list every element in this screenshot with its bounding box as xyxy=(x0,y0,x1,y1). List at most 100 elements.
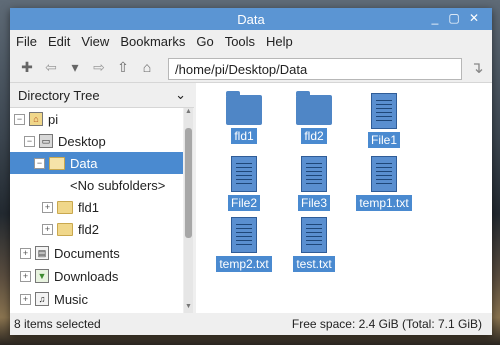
tree-item-label: fld2 xyxy=(78,221,99,237)
selection-status: 8 items selected xyxy=(14,317,101,331)
menu-view[interactable]: View xyxy=(81,34,109,49)
history-dropdown-button[interactable]: ▾ xyxy=(64,56,86,78)
tree-item-label: Data xyxy=(70,155,98,171)
file-item-temp2[interactable]: temp2.txt xyxy=(209,217,279,272)
file-label: File3 xyxy=(297,195,330,211)
file-item-test[interactable]: test.txt xyxy=(279,217,349,272)
folder-icon xyxy=(57,222,73,236)
directory-tree: − ⌂ pi − ▭ Desktop − Data <No subfolders… xyxy=(10,108,183,313)
tree-item-no-subfolders: <No subfolders> xyxy=(10,174,183,196)
document-icon xyxy=(301,156,327,192)
folder-icon xyxy=(57,200,73,214)
tree-item-label: Music xyxy=(54,291,88,307)
menu-go[interactable]: Go xyxy=(196,34,213,49)
file-manager-window: Data _ ▢ ✕ File Edit View Bookmarks Go T… xyxy=(10,8,492,335)
path-input[interactable]: /home/pi/Desktop/Data xyxy=(168,58,462,80)
expand-icon[interactable]: + xyxy=(20,293,31,305)
tree-item-data[interactable]: − Data xyxy=(10,152,183,174)
expand-icon[interactable]: + xyxy=(20,247,31,259)
up-button[interactable]: ⇧ xyxy=(112,56,134,78)
minimize-button[interactable]: _ xyxy=(428,11,442,25)
menu-help[interactable]: Help xyxy=(266,34,293,49)
go-button[interactable]: ↴ xyxy=(466,58,488,80)
file-item-fld2[interactable]: fld2 xyxy=(279,91,349,144)
new-tab-button[interactable]: ✚ xyxy=(16,56,38,78)
collapse-icon[interactable]: − xyxy=(24,135,35,147)
directory-tree-label: Directory Tree xyxy=(18,87,100,103)
menu-edit[interactable]: Edit xyxy=(48,34,70,49)
expand-icon[interactable]: + xyxy=(20,270,31,282)
go-arrow-icon: ↴ xyxy=(470,60,484,77)
tree-item-fld1[interactable]: + fld1 xyxy=(10,196,183,218)
up-arrow-icon: ⇧ xyxy=(117,58,129,75)
forward-button[interactable]: ⇨ xyxy=(88,56,110,78)
side-panel: Directory Tree ⌄ − ⌂ pi − ▭ Desktop − Da… xyxy=(10,83,194,313)
tree-item-label: pi xyxy=(48,111,59,127)
tree-item-label: fld1 xyxy=(78,199,99,215)
music-icon: ♫ xyxy=(35,292,49,306)
back-button[interactable]: ⇦ xyxy=(40,56,62,78)
file-item-file2[interactable]: File2 xyxy=(209,156,279,211)
file-label: test.txt xyxy=(293,256,335,272)
window-title: Data xyxy=(237,12,265,27)
folder-icon xyxy=(296,91,332,125)
menu-file[interactable]: File xyxy=(16,34,37,49)
file-label: temp2.txt xyxy=(216,256,272,272)
tree-item-documents[interactable]: + ▤ Documents xyxy=(10,242,183,264)
documents-icon: ▤ xyxy=(35,246,49,260)
home-icon: ⌂ xyxy=(142,59,152,75)
tree-item-desktop[interactable]: − ▭ Desktop xyxy=(10,130,183,152)
title-bar[interactable]: Data _ ▢ ✕ xyxy=(10,8,492,30)
new-tab-icon: ✚ xyxy=(21,58,33,75)
tree-item-label: Documents xyxy=(54,245,120,261)
folder-icon xyxy=(49,156,65,170)
tree-item-label: Downloads xyxy=(54,268,119,284)
document-icon xyxy=(231,217,257,253)
document-icon xyxy=(231,156,257,192)
chevron-down-icon: ⌄ xyxy=(175,87,186,102)
directory-tree-selector[interactable]: Directory Tree ⌄ xyxy=(10,83,194,108)
collapse-icon[interactable]: − xyxy=(34,157,45,169)
menu-bar: File Edit View Bookmarks Go Tools Help xyxy=(10,30,492,52)
desktop-icon: ▭ xyxy=(39,134,53,148)
status-bar: 8 items selected Free space: 2.4 GiB (To… xyxy=(10,313,492,335)
main-content: Directory Tree ⌄ − ⌂ pi − ▭ Desktop − Da… xyxy=(10,83,492,313)
file-item-file1[interactable]: File1 xyxy=(349,93,419,148)
expand-icon[interactable]: + xyxy=(42,201,53,213)
scroll-thumb[interactable] xyxy=(185,128,192,238)
file-label: fld1 xyxy=(231,128,257,144)
tree-item-fld2[interactable]: + fld2 xyxy=(10,218,183,240)
file-item-file3[interactable]: File3 xyxy=(279,156,349,211)
menu-bookmarks[interactable]: Bookmarks xyxy=(120,34,185,49)
expand-icon[interactable]: + xyxy=(42,223,53,235)
collapse-icon[interactable]: − xyxy=(14,113,25,125)
close-button[interactable]: ✕ xyxy=(467,11,481,25)
file-label: fld2 xyxy=(301,128,327,144)
tree-item-downloads[interactable]: + ▼ Downloads xyxy=(10,265,183,287)
folder-icon xyxy=(226,91,262,125)
tree-item-label: <No subfolders> xyxy=(70,177,166,193)
back-arrow-icon: ⇦ xyxy=(45,58,57,75)
document-icon xyxy=(301,217,327,253)
home-folder-icon: ⌂ xyxy=(29,112,43,126)
file-label: File2 xyxy=(227,195,260,211)
file-item-fld1[interactable]: fld1 xyxy=(209,91,279,144)
forward-arrow-icon: ⇨ xyxy=(93,58,105,75)
tree-scrollbar[interactable]: ▲ ▼ xyxy=(184,108,193,313)
menu-tools[interactable]: Tools xyxy=(225,34,255,49)
scroll-down-icon[interactable]: ▼ xyxy=(184,303,193,313)
scroll-up-icon[interactable]: ▲ xyxy=(184,108,193,118)
tree-item-music[interactable]: + ♫ Music xyxy=(10,288,183,310)
file-item-temp1[interactable]: temp1.txt xyxy=(349,156,419,211)
maximize-button[interactable]: ▢ xyxy=(447,11,461,25)
file-label: temp1.txt xyxy=(356,195,412,211)
home-button[interactable]: ⌂ xyxy=(136,56,158,78)
downloads-icon: ▼ xyxy=(35,269,49,283)
tree-item-pi[interactable]: − ⌂ pi xyxy=(10,108,183,130)
document-icon xyxy=(371,156,397,192)
tree-item-label: Desktop xyxy=(58,133,106,149)
document-icon xyxy=(371,93,397,129)
file-view: fld1 fld2 File1 File2 File3 temp1.txt te… xyxy=(196,83,492,313)
file-label: File1 xyxy=(367,132,400,148)
free-space-status: Free space: 2.4 GiB (Total: 7.1 GiB) xyxy=(291,317,482,331)
